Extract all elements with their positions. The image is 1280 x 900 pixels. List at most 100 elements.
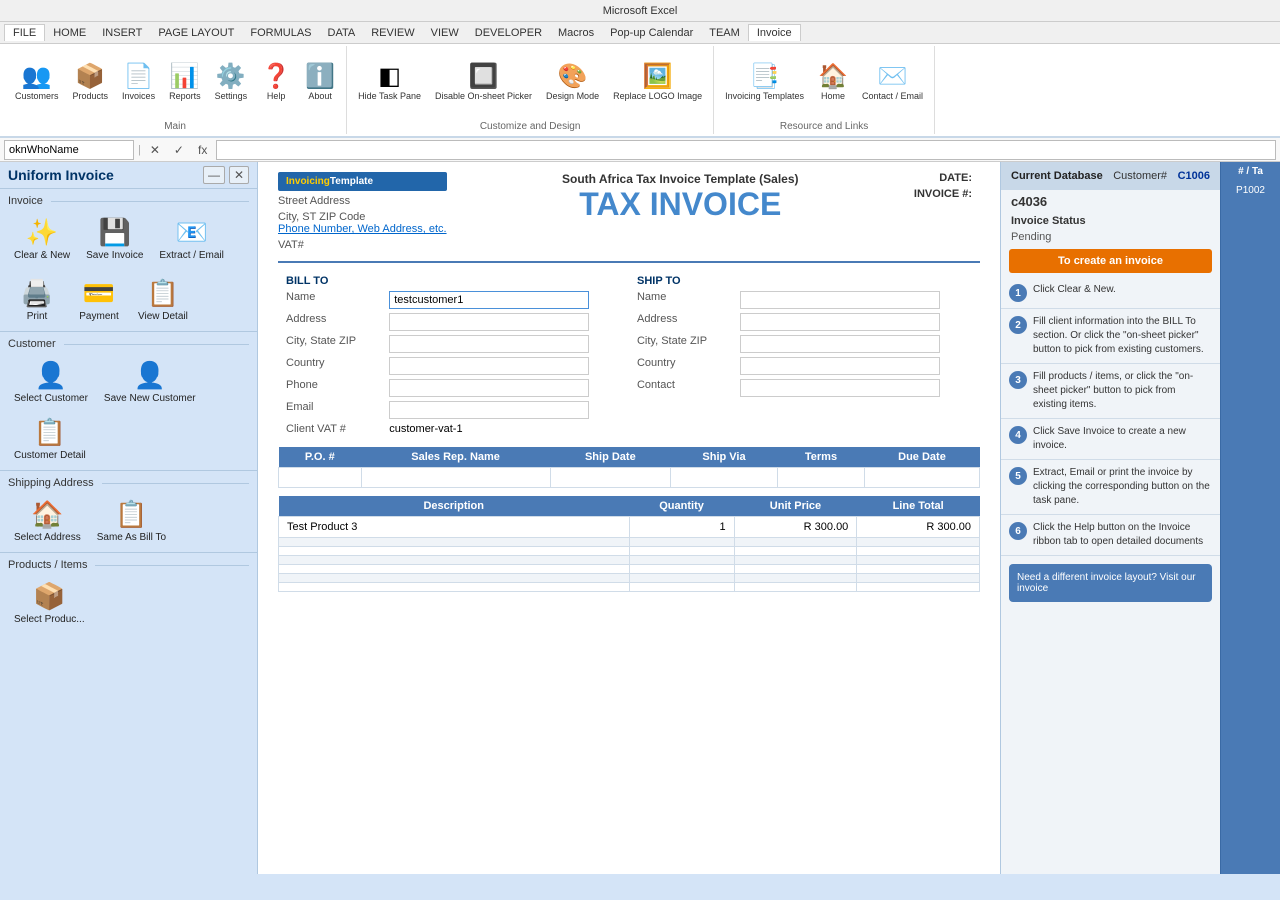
menu-view[interactable]: VIEW	[423, 25, 467, 41]
need-diff-banner: Need a different invoice layout? Visit o…	[1009, 564, 1212, 602]
client-vat-value: customer-vat-1	[381, 421, 629, 437]
help-label: Help	[267, 91, 286, 102]
reports-btn[interactable]: 📊 Reports	[164, 62, 206, 105]
menu-file[interactable]: FILE	[4, 24, 45, 41]
clear-new-btn[interactable]: ✨ Clear & New	[8, 213, 76, 266]
settings-btn[interactable]: ⚙️ Settings	[210, 62, 253, 105]
step-text: Extract, Email or print the invoice by c…	[1033, 466, 1212, 508]
ship-date-header: Ship Date	[550, 447, 670, 468]
about-icon: ℹ️	[305, 65, 335, 89]
menu-popup-calendar[interactable]: Pop-up Calendar	[602, 25, 701, 41]
products-section-label: Products / Items	[0, 552, 257, 573]
help-btn[interactable]: ❓ Help	[256, 62, 296, 105]
replace-logo-btn[interactable]: 🖼️ Replace LOGO Image	[608, 62, 707, 105]
right-panel-top: Current Database Customer# C1006	[1001, 162, 1220, 190]
unit-price-cell	[734, 538, 857, 547]
invoice-btn-row: ✨ Clear & New 💾 Save Invoice 📧 Extract /…	[0, 209, 257, 270]
menu-team[interactable]: TEAM	[701, 25, 748, 41]
menu-data[interactable]: DATA	[320, 25, 364, 41]
steps-container: 1 Click Clear & New. 2 Fill client infor…	[1001, 277, 1220, 556]
due-date-cell	[864, 468, 979, 488]
ribbon-main-group-label: Main	[164, 119, 186, 132]
step-text: Click Save Invoice to create a new invoi…	[1033, 425, 1212, 453]
payment-label: Payment	[79, 311, 118, 323]
line-total-cell	[857, 574, 980, 583]
list-item: 1 Click Clear & New.	[1001, 277, 1220, 309]
menu-home[interactable]: HOME	[45, 25, 94, 41]
desc-cell	[279, 556, 630, 565]
list-item: 2 Fill client information into the BILL …	[1001, 309, 1220, 364]
menu-page-layout[interactable]: PAGE LAYOUT	[150, 25, 242, 41]
invoicing-templates-icon: 📑	[750, 65, 780, 89]
name-box[interactable]	[4, 140, 134, 160]
confirm-formula-btn[interactable]: ✓	[169, 142, 189, 158]
menu-review[interactable]: REVIEW	[363, 25, 422, 41]
same-as-bill-btn[interactable]: 📋 Same As Bill To	[91, 495, 172, 548]
vat-label: VAT#	[278, 239, 447, 251]
line-total-cell	[857, 583, 980, 592]
print-btn[interactable]: 🖨️ Print	[8, 274, 66, 327]
products-btn[interactable]: 📦 Products	[68, 62, 114, 105]
select-address-btn[interactable]: 🏠 Select Address	[8, 495, 87, 548]
invoice-section-label: Invoice	[0, 188, 257, 209]
bill-address-label: Address	[278, 311, 381, 333]
extract-email-btn[interactable]: 📧 Extract / Email	[153, 213, 229, 266]
home-btn[interactable]: 🏠 Home	[813, 62, 853, 105]
table-row	[279, 538, 980, 547]
bill-city-input[interactable]	[389, 335, 589, 353]
save-new-customer-btn[interactable]: 👤 Save New Customer	[98, 356, 202, 409]
design-mode-btn[interactable]: 🎨 Design Mode	[541, 62, 604, 105]
ship-name-input[interactable]	[740, 291, 940, 309]
ship-address-input[interactable]	[740, 313, 940, 331]
desc-cell	[279, 574, 630, 583]
about-btn[interactable]: ℹ️ About	[300, 62, 340, 105]
contact-email-btn[interactable]: ✉️ Contact / Email	[857, 62, 928, 105]
bill-name-input[interactable]	[389, 291, 589, 309]
formula-input[interactable]	[216, 140, 1276, 160]
right-panel: Current Database Customer# C1006 c4036 I…	[1000, 162, 1220, 874]
ship-country-input[interactable]	[740, 357, 940, 375]
ribbon-group-resource: 📑 Invoicing Templates 🏠 Home ✉️ Contact …	[714, 46, 935, 134]
task-pane-close-btn[interactable]: ✕	[229, 166, 249, 184]
cancel-formula-btn[interactable]: ✕	[145, 142, 165, 158]
customers-btn[interactable]: 👥 Customers	[10, 62, 64, 105]
table-row	[279, 556, 980, 565]
menu-formulas[interactable]: FORMULAS	[242, 25, 319, 41]
select-product-btn[interactable]: 📦 Select Produc...	[8, 577, 91, 630]
bill-country-label: Country	[278, 355, 381, 377]
print-label: Print	[27, 311, 48, 323]
list-item: 3 Fill products / items, or click the "o…	[1001, 364, 1220, 419]
bill-country-input[interactable]	[389, 357, 589, 375]
extra-column: # / Ta P1002	[1220, 162, 1280, 874]
ribbon: 👥 Customers 📦 Products 📄 Invoices 📊 Repo…	[0, 44, 1280, 138]
invoices-btn[interactable]: 📄 Invoices	[117, 62, 160, 105]
customer-detail-btn[interactable]: 📋 Customer Detail	[8, 413, 92, 466]
payment-btn[interactable]: 💳 Payment	[70, 274, 128, 327]
menu-developer[interactable]: DEVELOPER	[467, 25, 550, 41]
task-pane-minimize-btn[interactable]: —	[203, 166, 225, 184]
ship-address-label: Address	[629, 311, 732, 333]
bill-address-input[interactable]	[389, 313, 589, 331]
date-line: DATE:	[939, 172, 980, 184]
phone-link[interactable]: Phone Number, Web Address, etc.	[278, 223, 447, 235]
invoicing-templates-btn[interactable]: 📑 Invoicing Templates	[720, 62, 809, 105]
po-num-header: P.O. #	[279, 447, 362, 468]
select-product-label: Select Produc...	[14, 614, 85, 626]
menu-macros[interactable]: Macros	[550, 25, 602, 41]
ship-city-input[interactable]	[740, 335, 940, 353]
disable-onsheet-btn[interactable]: 🔲 Disable On-sheet Picker	[430, 62, 537, 105]
function-btn[interactable]: fx	[193, 142, 212, 158]
extract-email-label: Extract / Email	[159, 250, 223, 262]
line-total-cell	[857, 565, 980, 574]
menu-insert[interactable]: INSERT	[94, 25, 150, 41]
bill-phone-input[interactable]	[389, 379, 589, 397]
contact-email-label: Contact / Email	[862, 91, 923, 102]
view-detail-btn[interactable]: 📋 View Detail	[132, 274, 194, 327]
save-invoice-btn[interactable]: 💾 Save Invoice	[80, 213, 149, 266]
ship-contact-input[interactable]	[740, 379, 940, 397]
clear-new-icon: ✨	[26, 217, 58, 248]
hide-task-pane-btn[interactable]: ◧ Hide Task Pane	[353, 62, 426, 105]
select-customer-btn[interactable]: 👤 Select Customer	[8, 356, 94, 409]
menu-invoice[interactable]: Invoice	[748, 24, 801, 41]
bill-email-input[interactable]	[389, 401, 589, 419]
